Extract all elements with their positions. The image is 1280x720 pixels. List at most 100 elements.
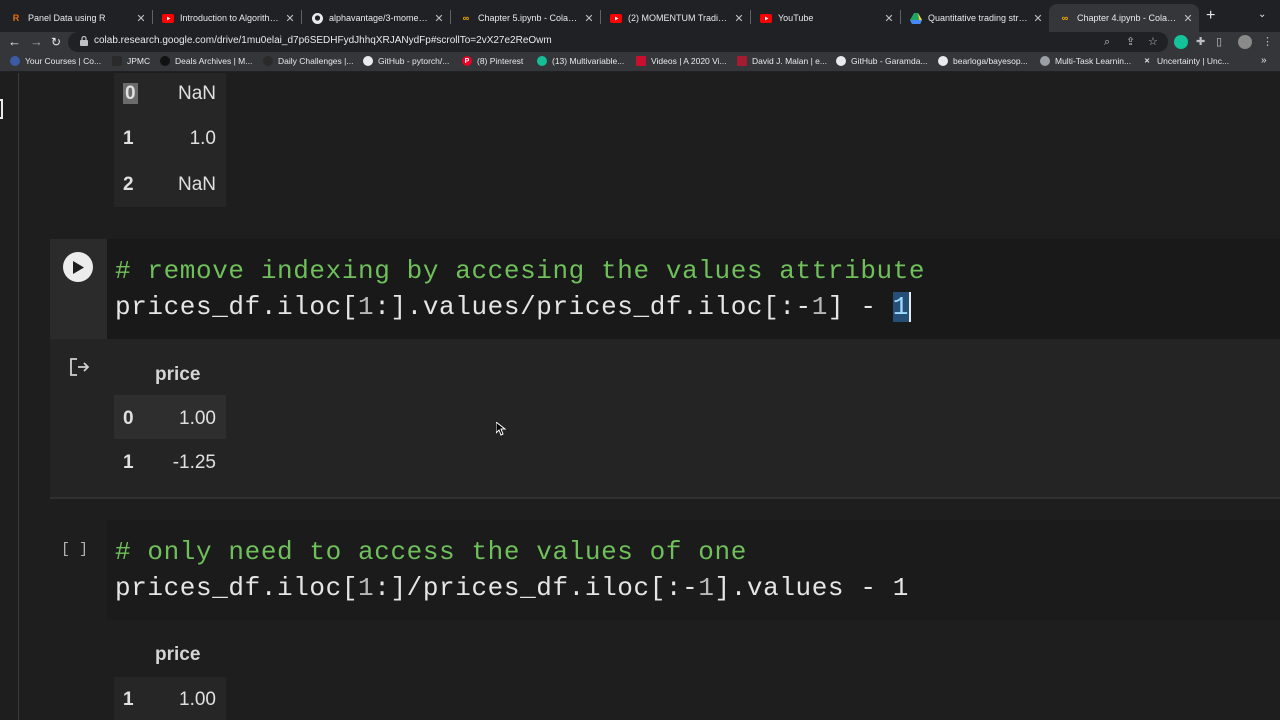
url-text: colab.research.google.com/drive/1mu0elai… xyxy=(94,35,552,46)
table-index: 0 xyxy=(123,408,134,429)
star-icon[interactable]: ☆ xyxy=(1148,35,1158,49)
bookmarks-overflow-icon[interactable]: » xyxy=(1261,55,1267,66)
code-token: :].values/prices_df.iloc[:- xyxy=(374,292,812,322)
code-token: 1 xyxy=(811,292,828,322)
bookmark-label: GitHub - Garamda... xyxy=(851,56,928,66)
tab-alphavantage[interactable]: alphavantage/3-momentum ✕ xyxy=(301,4,450,32)
r-icon: R xyxy=(12,13,20,23)
github-icon xyxy=(363,56,373,66)
bookmark-uncertainty[interactable]: ✕ Uncertainty | Unc... xyxy=(1142,56,1229,66)
tab-chapter5[interactable]: ∞ Chapter 5.ipynb - Colaborat ✕ xyxy=(450,4,600,32)
close-icon[interactable]: ✕ xyxy=(882,12,896,25)
tab-youtube[interactable]: YouTube ✕ xyxy=(750,4,900,32)
cell-output: price 0 1.00 1 -1.25 xyxy=(50,339,1280,499)
more-icon[interactable]: ⋮ xyxy=(1262,35,1273,49)
forward-icon[interactable]: → xyxy=(30,33,43,51)
code-token: ] - xyxy=(827,292,893,322)
reload-icon[interactable]: ↻ xyxy=(51,33,61,51)
globe-icon xyxy=(1040,56,1050,66)
bookmark-label: Videos | A 2020 Vi... xyxy=(651,56,727,66)
table-cell: 1.0 xyxy=(189,128,216,149)
tab-quant-trading[interactable]: Quantitative trading strateg ✕ xyxy=(900,4,1049,32)
bookmark-bearloga[interactable]: bearloga/bayesop... xyxy=(938,56,1028,66)
table-cell: -1.25 xyxy=(172,452,216,473)
run-cell-button[interactable] xyxy=(63,252,93,282)
github-icon xyxy=(836,56,846,66)
code-editor[interactable]: # remove indexing by accesing the values… xyxy=(107,239,1280,339)
bookmark-jpmc[interactable]: JPMC xyxy=(112,56,150,66)
grammarly-icon[interactable] xyxy=(1174,35,1188,49)
bookmark-label: Deals Archives | M... xyxy=(175,56,253,66)
bookmark-label: David J. Malan | e... xyxy=(752,56,827,66)
code-comment: # only need to access the values of one xyxy=(115,537,747,567)
tab-intro-algorithmic[interactable]: Introduction to Algorithmic T ✕ xyxy=(152,4,301,32)
new-tab-icon[interactable]: + xyxy=(1206,8,1215,24)
table-cell: 1.00 xyxy=(179,408,216,429)
tab-chapter4-active[interactable]: ∞ Chapter 4.ipynb - Colaborat ✕ xyxy=(1049,4,1199,32)
colab-icon: ∞ xyxy=(1061,13,1069,23)
youtube-icon xyxy=(760,12,772,24)
search-icon[interactable]: ⌕ xyxy=(1104,35,1110,49)
close-icon[interactable]: ✕ xyxy=(1031,12,1045,25)
folder-icon xyxy=(112,56,122,66)
bookmark-label: GitHub - pytorch/... xyxy=(378,56,450,66)
table-index: 1 xyxy=(123,452,134,473)
extensions-icon[interactable]: ✚ xyxy=(1196,35,1205,49)
tab-momentum-trading[interactable]: (2) MOMENTUM Trading Str ✕ xyxy=(600,4,750,32)
youtube-icon xyxy=(162,12,174,24)
code-token: ].values - xyxy=(714,573,893,603)
close-icon[interactable]: ✕ xyxy=(432,12,446,25)
bookmark-label: JPMC xyxy=(127,56,151,66)
table-cell: NaN xyxy=(177,83,216,104)
bookmark-daily-challenges[interactable]: Daily Challenges |... xyxy=(263,56,353,66)
play-icon xyxy=(73,260,84,274)
bookmark-label: (8) Pinterest xyxy=(477,56,524,66)
cell-gutter xyxy=(50,520,107,620)
bookmark-videos[interactable]: Videos | A 2020 Vi... xyxy=(636,56,727,66)
tab-title: Quantitative trading strateg xyxy=(928,13,1031,23)
execution-count[interactable]: [ ] xyxy=(61,541,88,558)
output-table: price 1 1.00 xyxy=(114,635,226,720)
bookmark-multi-task[interactable]: Multi-Task Learnin... xyxy=(1040,56,1131,66)
harvard-icon xyxy=(737,56,747,66)
side-panel-icon[interactable]: ▯ xyxy=(1216,35,1222,49)
bookmark-pinterest[interactable]: P (8) Pinterest xyxy=(462,56,523,66)
tab-title: alphavantage/3-momentum xyxy=(329,13,432,23)
bookmark-label: Daily Challenges |... xyxy=(278,56,354,66)
bookmark-david-malan[interactable]: David J. Malan | e... xyxy=(737,56,827,66)
bookmarks-bar: Your Courses | Co... JPMC Deals Archives… xyxy=(0,52,1280,72)
close-icon[interactable]: ✕ xyxy=(582,12,596,25)
tab-title: (2) MOMENTUM Trading Str xyxy=(628,13,732,23)
tab-title: Introduction to Algorithmic T xyxy=(180,13,283,23)
courses-icon xyxy=(10,56,20,66)
close-icon[interactable]: ✕ xyxy=(732,12,746,25)
address-bar[interactable]: colab.research.google.com/drive/1mu0elai… xyxy=(68,32,1168,52)
code-editor[interactable]: # only need to access the values of one … xyxy=(107,520,1280,620)
table-index: 0 xyxy=(123,83,138,104)
bookmark-github-pytorch[interactable]: GitHub - pytorch/... xyxy=(363,56,449,66)
clear-output-icon[interactable] xyxy=(69,357,91,377)
sidebar-toggle-icon[interactable] xyxy=(0,99,3,119)
bookmark-github-garamda[interactable]: GitHub - Garamda... xyxy=(836,56,928,66)
x-icon: ✕ xyxy=(1144,58,1150,65)
tab-strip: R Panel Data using R ✕ Introduction to A… xyxy=(0,0,1280,32)
chevron-down-icon[interactable]: ⌄ xyxy=(1258,9,1266,20)
bookmark-label: Your Courses | Co... xyxy=(25,56,102,66)
bookmark-label: (13) Multivariable... xyxy=(552,56,625,66)
tab-panel-data[interactable]: R Panel Data using R ✕ xyxy=(0,4,152,32)
close-icon[interactable]: ✕ xyxy=(134,12,148,25)
avatar[interactable] xyxy=(1238,35,1252,49)
bookmark-label: bearloga/bayesop... xyxy=(953,56,1028,66)
bookmark-your-courses[interactable]: Your Courses | Co... xyxy=(10,56,101,66)
close-icon[interactable]: ✕ xyxy=(1181,12,1195,25)
close-icon[interactable]: ✕ xyxy=(283,12,297,25)
code-token: :]/prices_df.iloc[:- xyxy=(374,573,699,603)
github-icon xyxy=(938,56,948,66)
table-header: price xyxy=(155,644,201,665)
code-comment: # remove indexing by accesing the values… xyxy=(115,256,926,286)
bookmark-deals-archives[interactable]: Deals Archives | M... xyxy=(160,56,252,66)
bookmark-multivariable[interactable]: (13) Multivariable... xyxy=(537,56,624,66)
notebook-page: 0 NaN 1 1.0 2 NaN # remove indexing by a… xyxy=(0,73,1280,720)
share-icon[interactable]: ⇪ xyxy=(1126,35,1135,49)
back-icon[interactable]: ← xyxy=(8,33,21,51)
